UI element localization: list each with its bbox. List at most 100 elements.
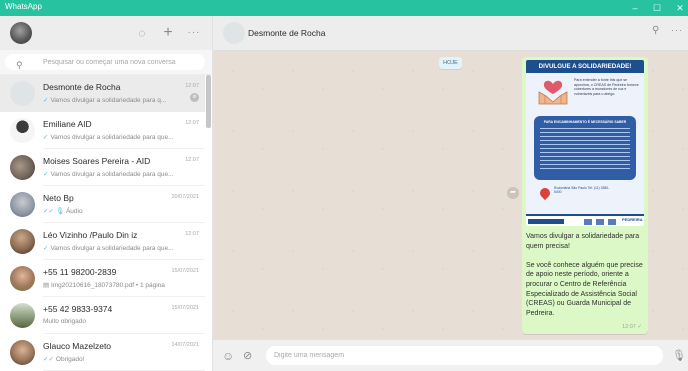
sidebar-header: ◌ + ··· — [0, 16, 212, 50]
hands-heart-icon — [538, 80, 568, 105]
date-chip: HOJE — [439, 57, 462, 69]
avatar — [10, 192, 35, 217]
audio-icon: 🎙︎ — [55, 208, 66, 215]
emoji-icon[interactable]: ☺ — [222, 349, 234, 363]
message-text: Vamos divulgar a solidariedade para quem… — [526, 232, 646, 328]
poster-image[interactable]: DIVULGUE A SOLIDARIEDADE! Para entender … — [526, 60, 644, 226]
minimize-button[interactable]: – — [623, 0, 647, 16]
conversation-header[interactable]: Desmonte de Rocha ⚲ ··· — [213, 16, 688, 51]
my-avatar[interactable] — [10, 22, 32, 44]
preview-text: Muito obrigado — [43, 318, 86, 325]
preview-text: Vamos divulgar a solidariedade para que.… — [50, 134, 174, 141]
chat-name: Emiliane AID — [43, 119, 92, 129]
preview-text: Vamos divulgar a solidariedade para q... — [50, 97, 167, 104]
footer-city: PEDREIRA — [622, 217, 643, 222]
conversation-pane: Desmonte de Rocha ⚲ ··· HOJE ➦ DIVULGUE … — [213, 16, 688, 371]
preview-text: Áudio — [65, 208, 83, 215]
chat-time: 15/07/2021 — [171, 305, 199, 311]
chat-preview: ✓ Vamos divulgar a solidariedade para que… — [43, 244, 193, 252]
chat-name: Léo Vizinho /Paulo Din iz — [43, 230, 138, 240]
chat-name: Moises Soares Pereira - AID — [43, 156, 151, 166]
chat-item[interactable]: +55 42 9833-9374 15/07/2021 Muito obriga… — [0, 297, 205, 334]
message-input[interactable] — [266, 346, 663, 365]
location-pin-icon — [537, 185, 553, 201]
search-icon: ⚲ — [16, 60, 23, 70]
sent-tick-icon: ✓ — [43, 171, 49, 178]
poster-box-text — [540, 128, 630, 172]
chat-time: 14/07/2021 — [171, 342, 199, 348]
app-title: WhatsApp — [5, 2, 42, 11]
chat-name: +55 42 9833-9374 — [43, 304, 113, 314]
avatar — [10, 155, 35, 180]
chat-list-scrollbar[interactable] — [206, 75, 211, 128]
sent-tick-icon: ✓ — [43, 97, 49, 104]
chat-preview: ✓✓ 🎙︎ Áudio — [43, 207, 193, 215]
forward-icon[interactable]: ➦ — [507, 187, 519, 199]
muted-icon: ⊘ — [190, 93, 199, 102]
title-bar: WhatsApp – ☐ ✕ — [0, 0, 688, 16]
avatar — [10, 303, 35, 328]
search-input[interactable] — [43, 55, 203, 69]
message-paragraph: Se você conhece alguém que precise de ap… — [526, 261, 643, 317]
poster-info-box: PARA ENCAMINHAMENTO É NECESSÁRIO SABER — [534, 116, 636, 180]
chat-list: Desmonte de Rocha 12:07 ✓ Vamos divulgar … — [0, 75, 205, 371]
poster-footer: PEDREIRA — [526, 214, 644, 226]
preview-text: Img20210616_18073780.pdf • 1 página — [50, 282, 165, 289]
avatar — [10, 81, 35, 106]
chat-time: 12:07 — [185, 231, 199, 237]
chat-item[interactable]: Glauco Mazelzeto 14/07/2021 ✓✓ Obrigado! — [0, 334, 205, 371]
chat-time: 15/07/2021 — [171, 268, 199, 274]
chat-time: 20/07/2021 — [171, 194, 199, 200]
preview-text: Vamos divulgar a solidariedade para que.… — [50, 171, 174, 178]
chat-preview: ✓✓ Obrigado! — [43, 355, 193, 363]
search-box: ⚲ — [5, 54, 205, 70]
chat-time: 12:07 — [185, 83, 199, 89]
chat-item[interactable]: Desmonte de Rocha 12:07 ✓ Vamos divulgar … — [0, 75, 205, 112]
attach-icon[interactable]: ⊘ — [243, 349, 252, 362]
chat-name: Glauco Mazelzeto — [43, 341, 112, 351]
new-chat-icon[interactable]: + — [160, 25, 176, 41]
poster-address: Rodoviária São Paulo Tel: (11) 3380-5400 — [554, 186, 610, 195]
preview-text: Obrigado! — [55, 356, 85, 363]
menu-icon[interactable]: ··· — [671, 25, 683, 35]
contact-name[interactable]: Desmonte de Rocha — [248, 28, 326, 38]
search-bar: ⚲ — [0, 50, 212, 75]
search-messages-icon[interactable]: ⚲ — [652, 25, 659, 36]
message-time: 12:07 ✓ — [622, 324, 642, 330]
chat-preview: ▤ Img20210616_18073780.pdf • 1 página — [43, 281, 193, 289]
sent-tick-icon: ✓ — [43, 245, 49, 252]
message-area: HOJE ➦ DIVULGUE A SOLIDARIEDADE! Para en… — [213, 51, 688, 340]
avatar — [10, 229, 35, 254]
chat-item[interactable]: Neto Bp 20/07/2021 ✓✓ 🎙︎ Áudio — [0, 186, 205, 223]
menu-icon[interactable]: ··· — [186, 25, 202, 41]
status-icon[interactable]: ◌ — [134, 25, 150, 41]
composer: ☺ ⊘ 🎙︎ — [213, 340, 688, 371]
poster-box-title: PARA ENCAMINHAMENTO É NECESSÁRIO SABER — [543, 120, 627, 124]
poster-title: DIVULGUE A SOLIDARIEDADE! — [526, 60, 644, 73]
avatar — [10, 266, 35, 291]
mic-icon[interactable]: 🎙︎ — [672, 349, 686, 362]
chat-name: Desmonte de Rocha — [43, 82, 121, 92]
whatsapp-window: WhatsApp – ☐ ✕ ◌ + ··· ⚲ Desmonte de Roc… — [0, 0, 688, 371]
message-bubble[interactable]: DIVULGUE A SOLIDARIEDADE! Para entender … — [522, 57, 648, 334]
chat-name: Neto Bp — [43, 193, 74, 203]
maximize-button[interactable]: ☐ — [645, 0, 669, 16]
contact-avatar[interactable] — [223, 22, 245, 44]
chat-preview: ✓ Vamos divulgar a solidariedade para que… — [43, 133, 193, 141]
chat-item[interactable]: Léo Vizinho /Paulo Din iz 12:07 ✓ Vamos d… — [0, 223, 205, 260]
logo-icon — [584, 219, 592, 225]
close-button[interactable]: ✕ — [668, 0, 688, 16]
message-paragraph: Vamos divulgar a solidariedade para quem… — [526, 233, 640, 250]
chat-item[interactable]: +55 11 98200-2839 15/07/2021 ▤ Img202106… — [0, 260, 205, 297]
chat-time: 12:07 — [185, 120, 199, 126]
chat-name: +55 11 98200-2839 — [43, 267, 117, 277]
avatar — [10, 340, 35, 365]
read-tick-icon: ✓✓ — [43, 208, 54, 215]
chat-item[interactable]: Moises Soares Pereira - AID 12:07 ✓ Vamos… — [0, 149, 205, 186]
logo-icon — [608, 219, 616, 225]
read-tick-icon: ✓✓ — [43, 356, 54, 363]
chat-preview: ✓ Vamos divulgar a solidariedade para q..… — [43, 96, 193, 104]
preview-text: Vamos divulgar a solidariedade para que.… — [50, 245, 174, 252]
footer-band — [528, 219, 564, 224]
chat-item[interactable]: Emiliane AID 12:07 ✓ Vamos divulgar a sol… — [0, 112, 205, 149]
